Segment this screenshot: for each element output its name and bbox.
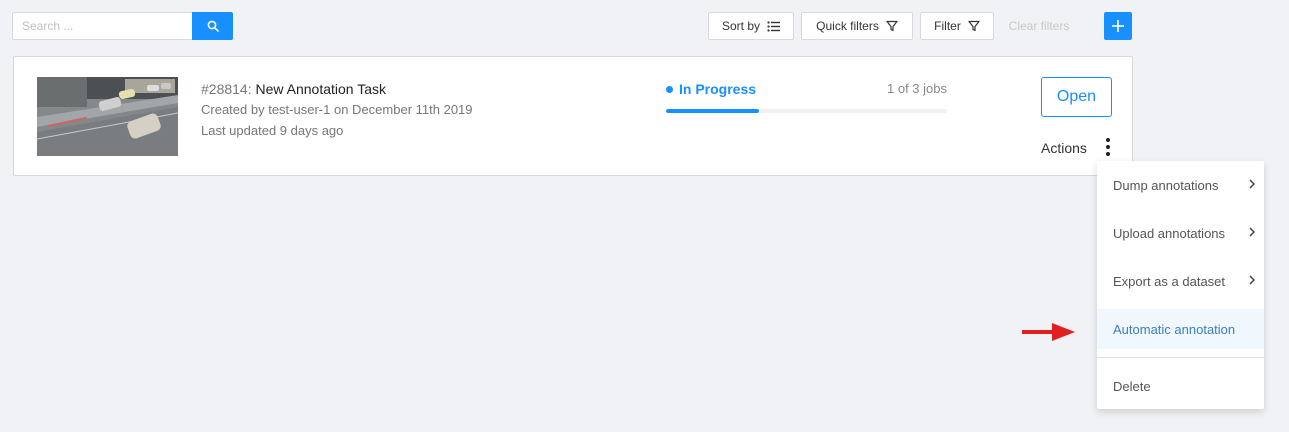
search-icon	[207, 20, 219, 32]
sort-list-icon	[767, 20, 780, 32]
task-status: In Progress	[666, 81, 756, 97]
red-arrow-icon	[1022, 323, 1075, 341]
search-input[interactable]	[12, 12, 192, 40]
menu-divider	[1097, 357, 1264, 358]
search-bar	[12, 12, 233, 40]
chevron-right-icon	[1249, 179, 1255, 189]
menu-item-delete[interactable]: Delete	[1097, 366, 1264, 406]
sort-by-label: Sort by	[721, 19, 760, 33]
task-name: New Annotation Task	[255, 81, 387, 97]
task-progress-bar	[666, 109, 947, 113]
funnel-icon	[886, 20, 898, 32]
open-task-button[interactable]: Open	[1041, 77, 1112, 117]
clear-filters-button[interactable]: Clear filters	[1001, 12, 1077, 40]
created-prefix: Created by	[201, 102, 265, 117]
task-thumbnail[interactable]	[37, 77, 178, 156]
menu-item-label: Upload annotations	[1113, 225, 1226, 241]
filter-button[interactable]: Filter	[920, 12, 994, 40]
funnel-icon	[968, 20, 980, 32]
chevron-right-icon	[1249, 275, 1255, 285]
more-actions-icon[interactable]	[1101, 135, 1115, 159]
menu-item-dump-annotations[interactable]: Dump annotations	[1097, 165, 1264, 205]
task-title: #28814: New Annotation Task	[201, 81, 386, 97]
search-button[interactable]	[192, 12, 233, 40]
actions-menu: Dump annotations Upload annotations Expo…	[1097, 161, 1264, 409]
status-label: In Progress	[679, 81, 757, 97]
jobs-count: 1 of 3 jobs	[887, 81, 947, 96]
chevron-right-icon	[1249, 227, 1255, 237]
task-id: #28814:	[201, 81, 252, 97]
menu-item-upload-annotations[interactable]: Upload annotations	[1097, 213, 1264, 253]
task-owner: test-user-1	[268, 102, 331, 117]
task-updated-info: Last updated 9 days ago	[201, 123, 344, 138]
menu-item-label: Automatic annotation	[1113, 321, 1236, 337]
plus-icon	[1112, 20, 1124, 32]
sort-by-button[interactable]: Sort by	[708, 12, 794, 40]
menu-item-label: Export as a dataset	[1113, 273, 1226, 289]
quick-filters-label: Quick filters	[816, 19, 879, 33]
menu-item-automatic-annotation[interactable]: Automatic annotation	[1097, 309, 1264, 349]
task-created-info: Created by test-user-1 on December 11th …	[201, 102, 473, 117]
quick-filters-button[interactable]: Quick filters	[801, 12, 913, 40]
menu-item-export-dataset[interactable]: Export as a dataset	[1097, 261, 1264, 301]
actions-label[interactable]: Actions	[1041, 140, 1087, 156]
task-card: #28814: New Annotation Task Created by t…	[13, 56, 1133, 176]
task-progress-fill	[666, 109, 759, 113]
filter-label: Filter	[934, 19, 961, 33]
add-task-button[interactable]	[1104, 12, 1132, 40]
menu-item-label: Dump annotations	[1113, 177, 1219, 193]
status-dot-icon	[666, 85, 673, 93]
created-date: on December 11th 2019	[333, 102, 473, 117]
menu-item-label: Delete	[1113, 378, 1151, 394]
